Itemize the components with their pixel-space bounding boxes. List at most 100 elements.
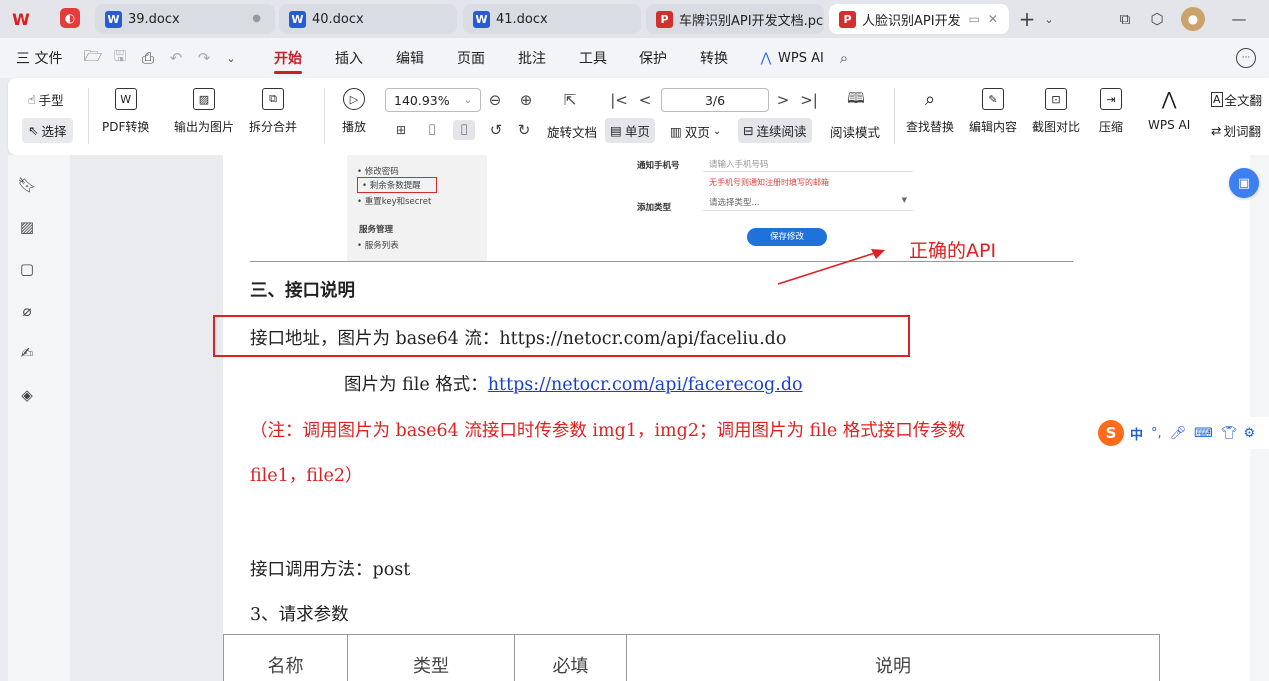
tab-label: 39.docx [128,11,180,27]
tab-close-icon[interactable]: ✕ [988,12,998,26]
page-number-input[interactable]: 3/6 [661,88,769,112]
embedded-sidebar-item: • 重置key和secret [357,197,432,207]
play-button[interactable]: ▷ 播放 [342,88,366,135]
cube-icon[interactable]: ⬡ [1146,8,1168,30]
fit-height-icon[interactable]: ⌷ [453,120,475,140]
chevron-down-icon: ⌄ [463,94,472,106]
screenshot-compare-button[interactable]: ⊡ 截图对比 [1032,88,1080,135]
undo-icon[interactable]: ↶ [166,48,186,68]
ime-keyboard-icon[interactable]: ⌨ [1194,426,1213,441]
single-page-button[interactable]: ▤ 单页 [605,118,655,143]
chevron-down-icon: ▼ [901,196,907,204]
tab-face-api-pdf[interactable]: P 人脸识别API开发 ▭ ✕ [829,4,1009,34]
tab-plate-api-pdf[interactable]: P 车牌识别API开发文档.pc [646,4,824,34]
file-api-link[interactable]: https://netocr.com/api/facerecog.do [488,375,803,395]
word-translate-button[interactable]: ⇄ 划词翻 [1211,121,1261,140]
comment-icon[interactable]: ▢ [17,259,37,279]
redo-icon[interactable]: ↷ [194,48,214,68]
zoom-out-icon[interactable]: ⊖ [485,90,505,110]
menu-file[interactable]: 三 文件 [16,38,62,78]
base64-api-url[interactable]: https://netocr.com/api/faceliu.do [499,329,786,349]
pdf-convert-button[interactable]: W PDF转换 [102,88,149,135]
ribbon-divider [324,88,325,144]
menu-wps-ai[interactable]: WPS AI [778,38,824,78]
wps-ai-icon: ⋀ [760,50,772,66]
more-options-icon[interactable]: ··· [1236,48,1256,68]
bookmark-icon[interactable]: 🔖︎ [17,175,37,195]
minimize-icon[interactable]: — [1228,8,1250,30]
tab-window-icon[interactable]: ▭ [969,12,980,26]
thumbnail-icon[interactable]: ▨ [17,217,37,237]
full-translate-button[interactable]: A 全文翻 [1211,90,1262,109]
zoom-select[interactable]: 140.93% ⌄ [385,88,481,112]
ime-skin-icon[interactable]: 👕︎ [1221,426,1238,441]
book-view-icon[interactable]: 🕮 [844,88,868,112]
hand-tool-button[interactable]: ☝ 手型 [28,90,64,109]
find-replace-button[interactable]: ⌕ 查找替换 [906,88,954,135]
attachment-icon[interactable]: ⌀ [17,301,37,321]
menu-comment[interactable]: 批注 [518,38,546,78]
menu-edit[interactable]: 编辑 [396,38,424,78]
layers-icon[interactable]: ◈ [17,385,37,405]
ime-lang-toggle[interactable]: 中 [1130,424,1143,443]
select-tool-button[interactable]: ⇖ 选择 [22,118,73,143]
document-viewport[interactable]: • 修改密码 • 剩余条数提醒 • 重置key和secret 服务管理 • 服务… [70,155,1250,681]
avatar[interactable]: ● [1181,7,1205,31]
floating-assistant-icon[interactable]: ▣ [1229,168,1259,198]
tab-41-docx[interactable]: W 41.docx [463,4,641,34]
save-icon[interactable]: 🖫 [110,47,130,68]
open-folder-icon[interactable]: 🗁 [83,47,103,68]
file-api-line: 图片为 file 格式：https://netocr.com/api/facer… [344,375,803,395]
wps-logo-icon[interactable]: W [10,8,32,30]
rotate-right-icon[interactable]: ↻ [514,120,534,140]
new-tab-plus-icon[interactable]: + [1016,7,1038,31]
tab-39-docx[interactable]: W 39.docx ● [95,4,275,34]
embedded-type-label: 添加类型 [637,203,672,213]
edit-content-button[interactable]: ✎ 编辑内容 [969,88,1017,135]
quick-access-chevron-icon[interactable]: ⌄ [222,48,240,68]
annotation-text: 正确的API [909,240,997,262]
last-page-icon[interactable]: >| [800,90,818,110]
ime-punct-icon[interactable]: °, [1151,426,1162,441]
ime-voice-icon[interactable]: 🎤︎ [1170,426,1187,441]
prev-page-icon[interactable]: < [636,90,654,110]
hand-icon: ☝ [28,92,36,107]
signature-icon[interactable]: ✍ [17,343,37,363]
compress-button[interactable]: ⇥ 压缩 [1099,88,1123,135]
ime-tools-icon[interactable]: ⚙ [1243,426,1255,441]
rotate-document-button[interactable]: 旋转文档 [547,122,597,141]
menu-convert[interactable]: 转换 [700,38,728,78]
note-line-2: file1，file2） [250,466,363,486]
print-icon[interactable]: ⎙ [138,48,158,68]
ribbon-divider [894,88,895,144]
wps-pdf-app-icon[interactable]: ◐ [60,8,80,28]
window-mode-icon[interactable]: ⧉ [1114,8,1136,30]
split-merge-button[interactable]: ⧉ 拆分合并 [249,88,297,135]
zoom-in-icon[interactable]: ⊕ [516,90,536,110]
rotate-left-icon[interactable]: ↺ [486,120,506,140]
reading-mode-button[interactable]: 阅读模式 [830,122,880,141]
next-page-icon[interactable]: > [774,90,792,110]
translate-icon: A [1211,92,1223,107]
search-icon[interactable]: ⌕ [834,48,854,68]
menu-page[interactable]: 页面 [457,38,485,78]
menu-protect[interactable]: 保护 [639,38,667,78]
first-page-icon[interactable]: |< [610,90,628,110]
actual-size-icon[interactable]: ⊞ [391,120,411,140]
menu-insert[interactable]: 插入 [335,38,363,78]
fit-width-icon[interactable]: ⌷ [422,120,442,140]
menu-tools[interactable]: 工具 [579,38,607,78]
single-page-icon: ▤ [610,123,622,138]
params-heading: 3、请求参数 [250,605,349,625]
wps-ai-button[interactable]: ⋀ WPS AI [1148,88,1190,133]
fit-page-icon[interactable]: ⇱ [560,90,580,110]
edit-content-icon: ✎ [982,88,1004,110]
double-page-button[interactable]: ▥ 双页 ⌄ [670,122,721,141]
menu-home[interactable]: 开始 [274,38,302,78]
export-image-button[interactable]: ▨ 输出为图片 [174,88,234,135]
ribbon-toolbar: ☝ 手型 ⇖ 选择 W PDF转换 ▨ 输出为图片 ⧉ 拆分合并 ▷ 播放 140.93% ⌄… [8,78,1269,155]
continuous-read-button[interactable]: ⊟ 连续阅读 [738,118,812,143]
tab-list-chevron-icon[interactable]: ⌄ [1040,8,1058,30]
tab-40-docx[interactable]: W 40.docx [279,4,457,34]
ime-toolbar[interactable]: S 中 °, 🎤︎ ⌨ 👕︎ ⚙ [1094,417,1269,449]
